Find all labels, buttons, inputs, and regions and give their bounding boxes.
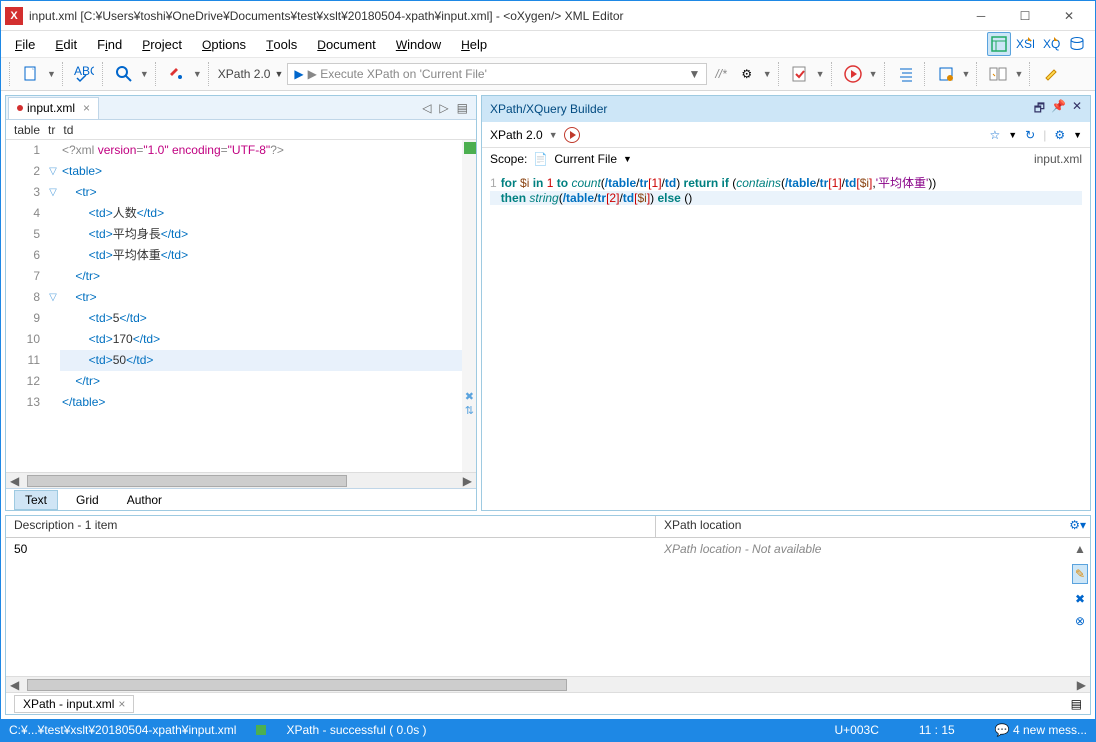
view-tab-grid[interactable]: Grid bbox=[66, 491, 109, 509]
pane-pin-icon[interactable]: 📌 bbox=[1051, 99, 1066, 120]
status-ok-icon bbox=[256, 725, 266, 735]
remove-result-icon[interactable]: ✖ bbox=[1075, 592, 1085, 606]
xpath-builder-toolbar: XPath 2.0 ▼ ☆▼ ↻ | ⚙▼ bbox=[482, 122, 1090, 148]
tab-list-icon[interactable]: ▤ bbox=[457, 101, 468, 115]
close-results-tab-icon[interactable]: × bbox=[118, 697, 125, 711]
menu-window[interactable]: Window bbox=[388, 35, 449, 54]
status-position: 11 : 15 bbox=[919, 723, 955, 737]
result-description[interactable]: 50 bbox=[6, 538, 656, 676]
history-icon[interactable]: ↻ bbox=[1025, 128, 1035, 142]
svg-text:XSLT: XSLT bbox=[1016, 37, 1034, 51]
menu-file[interactable]: File bbox=[7, 35, 43, 54]
perspective-database-icon[interactable] bbox=[1065, 32, 1089, 56]
xpath-builder-settings-icon[interactable]: ⚙ bbox=[1054, 128, 1065, 142]
statusbar: C:¥...¥test¥xslt¥20180504-xpath¥input.xm… bbox=[1, 719, 1095, 741]
close-button[interactable]: ✕ bbox=[1047, 2, 1091, 30]
highlight-icon[interactable] bbox=[1039, 62, 1063, 86]
titlebar: X input.xml [C:¥Users¥toshi¥OneDrive¥Doc… bbox=[1, 1, 1095, 31]
view-tabs: Text Grid Author bbox=[6, 488, 476, 510]
status-path: C:¥...¥test¥xslt¥20180504-xpath¥input.xm… bbox=[9, 723, 236, 737]
results-pane: Description - 1 item XPath location ⚙▾ 5… bbox=[5, 515, 1091, 715]
run-icon[interactable] bbox=[841, 62, 865, 86]
validate-icon[interactable] bbox=[788, 62, 812, 86]
results-col-description[interactable]: Description - 1 item bbox=[6, 516, 656, 537]
highlight-result-icon[interactable]: ✎ bbox=[1072, 564, 1088, 584]
menubar: File Edit Find Project Options Tools Doc… bbox=[1, 31, 1095, 57]
window-title: input.xml [C:¥Users¥toshi¥OneDrive¥Docum… bbox=[29, 9, 959, 23]
status-unicode: U+003C bbox=[835, 723, 879, 737]
menu-project[interactable]: Project bbox=[134, 35, 190, 54]
scope-label: Scope: bbox=[490, 152, 527, 166]
results-settings-icon[interactable]: ⚙▾ bbox=[1069, 518, 1086, 532]
results-col-location[interactable]: XPath location bbox=[656, 516, 1090, 537]
compare-icon[interactable] bbox=[986, 62, 1010, 86]
horizontal-scrollbar[interactable]: ◀ ▶ bbox=[6, 472, 476, 488]
fold-column[interactable]: ▽▽▽ bbox=[46, 140, 60, 472]
xpath-builder-title: XPath/XQuery Builder bbox=[490, 102, 607, 116]
tab-prev-icon[interactable]: ◁ bbox=[422, 101, 431, 115]
line-numbers: 12345678910111213 bbox=[6, 140, 46, 472]
editor-tabs: input.xml × ◁ ▷ ▤ bbox=[6, 96, 476, 120]
xpath-builder-version[interactable]: XPath 2.0 bbox=[490, 128, 543, 142]
pane-close-icon[interactable]: ✕ bbox=[1072, 99, 1082, 120]
view-tab-author[interactable]: Author bbox=[117, 491, 172, 509]
menu-tools[interactable]: Tools bbox=[258, 35, 305, 54]
tab-next-icon[interactable]: ▷ bbox=[439, 101, 448, 115]
favorite-icon[interactable]: ☆ bbox=[989, 128, 1000, 142]
file-tab-input[interactable]: input.xml × bbox=[8, 97, 99, 119]
refactor-icon[interactable] bbox=[934, 62, 958, 86]
xpath-expression-input[interactable]: ▶ ▶ Execute XPath on 'Current File' ▼ bbox=[287, 63, 707, 85]
results-list-icon[interactable]: ▤ bbox=[1071, 697, 1082, 711]
result-location: XPath location - Not available bbox=[656, 538, 1070, 676]
xpath-settings-icon[interactable]: ⚙ bbox=[735, 62, 759, 86]
perspective-xquery-icon[interactable]: XQ bbox=[1039, 32, 1063, 56]
breadcrumb[interactable]: table tr td bbox=[6, 120, 476, 140]
results-tabs: XPath - input.xml × ▤ bbox=[6, 692, 1090, 714]
perspective-editor-icon[interactable] bbox=[987, 32, 1011, 56]
format-icon[interactable] bbox=[894, 62, 918, 86]
clear-results-icon[interactable]: ⊗ bbox=[1075, 614, 1085, 628]
menu-help[interactable]: Help bbox=[453, 35, 495, 54]
results-tab-xpath[interactable]: XPath - input.xml × bbox=[14, 695, 134, 713]
search-icon[interactable] bbox=[112, 62, 136, 86]
menu-document[interactable]: Document bbox=[309, 35, 384, 54]
maximize-button[interactable]: ☐ bbox=[1003, 2, 1047, 30]
view-tab-text[interactable]: Text bbox=[14, 490, 58, 510]
transform-icon[interactable] bbox=[165, 62, 189, 86]
menu-find[interactable]: Find bbox=[89, 35, 130, 54]
scope-current-file: input.xml bbox=[1034, 152, 1082, 166]
new-file-icon[interactable] bbox=[19, 62, 43, 86]
close-tab-icon[interactable]: × bbox=[83, 101, 90, 115]
status-messages[interactable]: 💬 4 new mess... bbox=[995, 723, 1087, 737]
scope-value[interactable]: Current File bbox=[554, 152, 617, 166]
file-tab-label: input.xml bbox=[27, 101, 75, 115]
results-hscroll[interactable]: ◀ ▶ bbox=[6, 676, 1090, 692]
minimize-button[interactable]: ─ bbox=[959, 2, 1003, 30]
scope-file-icon: 📄 bbox=[533, 152, 548, 166]
code-editor[interactable]: 12345678910111213 ▽▽▽ <?xml version="1.0… bbox=[6, 140, 476, 472]
xpath-builder-header: XPath/XQuery Builder 🗗 📌 ✕ bbox=[482, 96, 1090, 122]
results-side-toolbar: ▲ ✎ ✖ ⊗ bbox=[1070, 538, 1090, 676]
xpath-version-selector[interactable]: XPath 2.0 ▼ bbox=[218, 67, 284, 81]
modified-indicator-icon bbox=[17, 105, 23, 111]
code-content[interactable]: <?xml version="1.0" encoding="UTF-8"?> <… bbox=[60, 140, 462, 472]
status-xpath: XPath - successful ( 0.0s ) bbox=[286, 723, 426, 737]
editor-pane: input.xml × ◁ ▷ ▤ table tr td 1234567891… bbox=[5, 95, 477, 511]
validity-ok-icon bbox=[464, 142, 476, 154]
results-body[interactable]: 50 XPath location - Not available ▲ ✎ ✖ … bbox=[6, 538, 1090, 676]
xpath-expression-editor[interactable]: 1for $i in 1 to count(/table/tr[1]/td) r… bbox=[482, 170, 1090, 510]
menu-edit[interactable]: Edit bbox=[47, 35, 85, 54]
main-toolbar: ▼ ABC ▼ ▼ XPath 2.0 ▼ ▶ ▶ Execute XPath … bbox=[1, 57, 1095, 91]
validity-strip[interactable]: ✖ ⇅ bbox=[462, 140, 476, 472]
svg-text:XQ: XQ bbox=[1043, 37, 1060, 51]
xpath-run-button[interactable] bbox=[564, 127, 580, 143]
app-icon: X bbox=[5, 7, 23, 25]
pane-restore-icon[interactable]: 🗗 bbox=[1034, 99, 1045, 120]
spellcheck-icon[interactable]: ABC bbox=[72, 62, 96, 86]
scope-row: Scope: 📄 Current File ▼ input.xml bbox=[482, 148, 1090, 170]
menu-options[interactable]: Options bbox=[194, 35, 254, 54]
results-header: Description - 1 item XPath location ⚙▾ bbox=[6, 516, 1090, 538]
xpath-builder-pane: XPath/XQuery Builder 🗗 📌 ✕ XPath 2.0 ▼ ☆… bbox=[481, 95, 1091, 511]
perspective-xslt-icon[interactable]: XSLT bbox=[1013, 32, 1037, 56]
